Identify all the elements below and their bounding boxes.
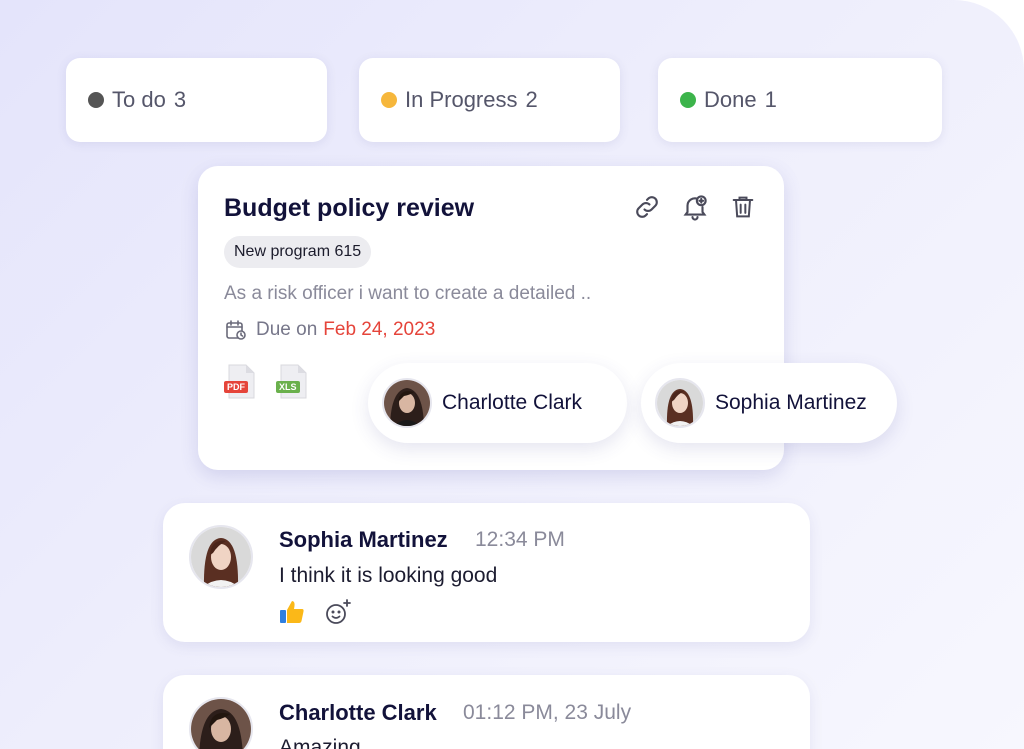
- comment-time: 12:34 PM: [475, 528, 565, 551]
- program-tag[interactable]: New program 615: [224, 236, 372, 268]
- status-column-in-progress[interactable]: In Progress 2: [359, 58, 620, 142]
- trash-icon[interactable]: [726, 190, 760, 224]
- due-prefix: Due on: [256, 319, 318, 340]
- pdf-file-icon[interactable]: PDF: [224, 364, 256, 400]
- task-description: As a risk officer i want to create a det…: [224, 283, 592, 304]
- comment-text: I think it is looking good: [279, 564, 498, 587]
- status-count: 3: [173, 87, 187, 112]
- comment-time: 01:12 PM, 23 July: [463, 701, 632, 724]
- due-date-row: Due on Feb 24, 2023: [224, 318, 435, 342]
- file-type-badge: XLS: [276, 381, 300, 393]
- status-count: 1: [764, 87, 777, 112]
- calendar-clock-icon: [226, 320, 246, 340]
- task-title: Budget policy review: [224, 194, 475, 222]
- link-icon[interactable]: [630, 190, 664, 224]
- comment-author: Sophia Martinez: [279, 527, 448, 552]
- status-label: In Progress: [405, 87, 518, 112]
- status-dot-icon: [680, 92, 696, 108]
- assignee-name: Charlotte Clark: [442, 391, 583, 414]
- status-dot-icon: [381, 92, 397, 108]
- status-label: Done: [704, 87, 757, 112]
- task-actions: [630, 190, 760, 224]
- status-column-done[interactable]: Done 1: [658, 58, 942, 142]
- avatar: [189, 525, 253, 589]
- board-background: To do 3 In Progress 2 Done 1 Budget poli…: [0, 0, 1024, 749]
- comment-reactions: [277, 597, 353, 627]
- comment-item: Charlotte Clark 01:12 PM, 23 July Amazin…: [163, 675, 810, 749]
- status-column-todo[interactable]: To do 3: [66, 58, 327, 142]
- thumbs-up-icon[interactable]: [277, 597, 307, 627]
- assignee-name: Sophia Martinez: [715, 391, 867, 414]
- add-emoji-icon[interactable]: [323, 597, 353, 627]
- file-type-badge: PDF: [224, 381, 248, 393]
- due-date: Feb 24, 2023: [323, 319, 436, 340]
- comment-item: Sophia Martinez 12:34 PM I think it is l…: [163, 503, 810, 642]
- avatar: [382, 378, 432, 428]
- comment-author: Charlotte Clark: [279, 700, 437, 725]
- assignee-chip-sophia[interactable]: Sophia Martinez: [641, 363, 897, 443]
- avatar: [655, 378, 705, 428]
- avatar: [189, 697, 253, 749]
- status-dot-icon: [88, 92, 104, 108]
- assignee-chip-charlotte[interactable]: Charlotte Clark: [368, 363, 627, 443]
- bell-plus-icon[interactable]: [678, 190, 712, 224]
- status-count: 2: [525, 87, 538, 112]
- attachments: PDF XLS: [224, 364, 308, 400]
- status-label: To do: [112, 87, 166, 112]
- xls-file-icon[interactable]: XLS: [276, 364, 308, 400]
- comment-text: Amazing: [279, 736, 361, 749]
